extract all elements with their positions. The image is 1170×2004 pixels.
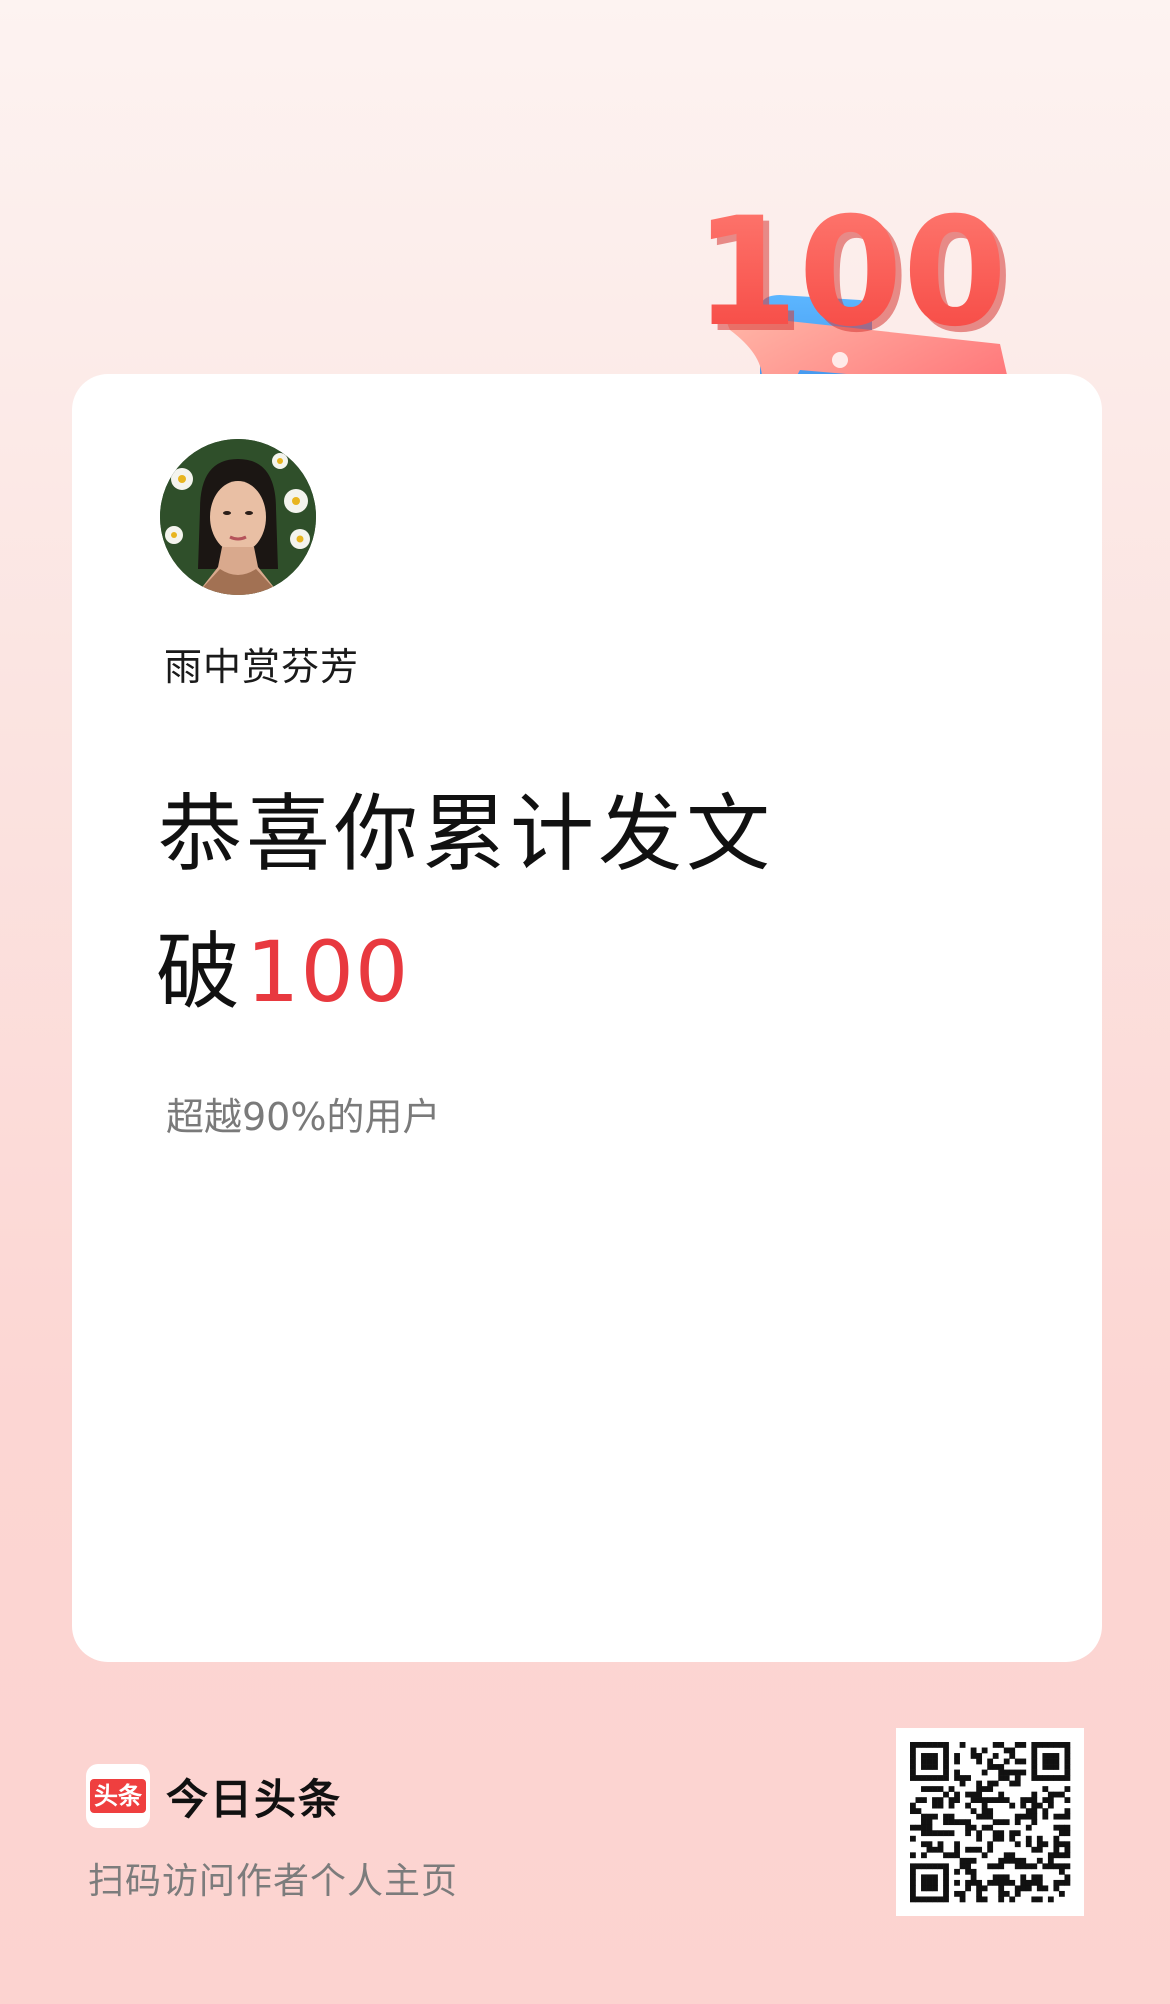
- percentile-text: 超越90%的用户: [166, 1095, 441, 1139]
- username: 雨中赏芬芳: [164, 645, 360, 689]
- avatar-photo: [160, 439, 316, 595]
- headline: 恭喜你累计发文: [158, 785, 775, 883]
- avatar[interactable]: [160, 439, 316, 595]
- brand: 头条 今日头条: [86, 1764, 342, 1828]
- qr-code-icon: [910, 1742, 1071, 1903]
- toutiao-logo-icon: 头条: [86, 1764, 150, 1828]
- logo-text: 头条: [90, 1778, 146, 1814]
- scan-instruction: 扫码访问作者个人主页: [88, 1861, 459, 1902]
- brand-name: 今日头条: [166, 1774, 343, 1824]
- qr-code[interactable]: [896, 1728, 1084, 1916]
- headline-prefix: 破: [156, 923, 241, 1021]
- milestone-number: 100: [246, 923, 410, 1021]
- achievement-card: 雨中赏芬芳 恭喜你累计发文 破100 超越90%的用户: [72, 374, 1102, 1662]
- headline-milestone: 破100: [156, 930, 409, 1014]
- badge-number: 100: [694, 186, 1007, 360]
